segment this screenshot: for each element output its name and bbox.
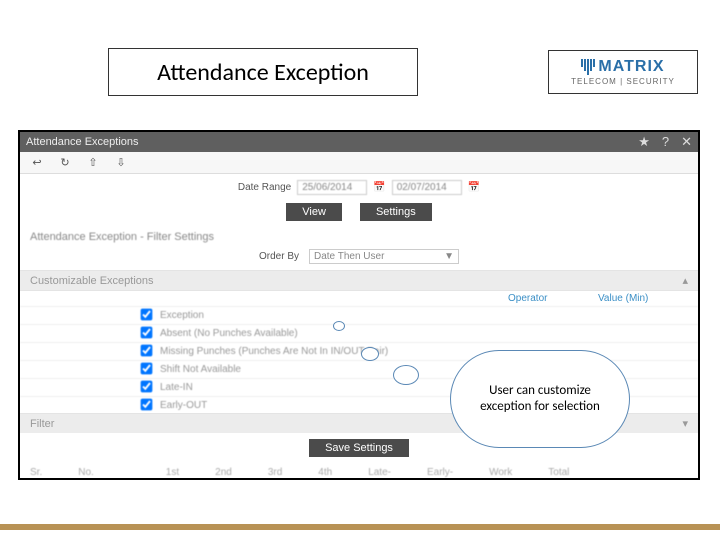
chevron-up-icon: ▴: [682, 274, 688, 287]
order-by-label: Order By: [259, 251, 299, 262]
exception-checkbox[interactable]: [141, 326, 153, 338]
decorative-stripe: [0, 524, 720, 530]
logo-bars-icon: [581, 59, 595, 75]
result-col: 4th: [318, 467, 332, 478]
calendar-icon[interactable]: 📅: [373, 182, 385, 193]
exception-row: Absent (No Punches Available): [20, 324, 698, 342]
result-col: 3rd: [268, 467, 282, 478]
date-to-input[interactable]: 02/07/2014: [392, 180, 462, 195]
view-button[interactable]: View: [286, 203, 342, 221]
back-icon[interactable]: ↩: [30, 156, 44, 170]
result-col: No.: [78, 467, 94, 478]
calendar-icon[interactable]: 📅: [468, 182, 480, 193]
col-value: Value (Min): [598, 293, 688, 304]
window-titlebar: Attendance Exceptions ★ ? ✕: [20, 132, 698, 152]
callout-annotation: User can customize exception for selecti…: [450, 350, 630, 448]
exception-checkbox[interactable]: [141, 362, 153, 374]
result-column-headers: Sr. No. 1st 2nd 3rd 4th Late- Early- Work Total: [20, 463, 698, 478]
callout-text: User can customize exception for selecti…: [465, 383, 615, 414]
star-icon[interactable]: ★: [638, 134, 650, 150]
upload-icon[interactable]: ⇧: [86, 156, 100, 170]
result-col: Work: [489, 467, 512, 478]
exceptions-header: Operator Value (Min): [20, 291, 698, 306]
result-col: Total: [548, 467, 569, 478]
order-by-select[interactable]: Date Then User ▼: [309, 249, 459, 264]
settings-button[interactable]: Settings: [360, 203, 432, 221]
order-by-row: Order By Date Then User ▼: [20, 249, 698, 264]
window-title: Attendance Exceptions: [26, 136, 139, 148]
customizable-exceptions-bar[interactable]: Customizable Exceptions ▴: [20, 270, 698, 291]
result-col: Early-: [427, 467, 453, 478]
result-col: Late-: [368, 467, 391, 478]
exception-row: Exception: [20, 306, 698, 324]
result-col: 1st: [166, 467, 179, 478]
date-from-input[interactable]: 25/06/2014: [297, 180, 367, 195]
download-icon[interactable]: ⇩: [114, 156, 128, 170]
refresh-icon[interactable]: ↻: [58, 156, 72, 170]
close-icon[interactable]: ✕: [681, 134, 692, 150]
slide-title: Attendance Exception: [108, 48, 418, 96]
exception-checkbox[interactable]: [141, 344, 153, 356]
help-icon[interactable]: ?: [662, 134, 669, 150]
cloud-bubble-icon: [361, 347, 379, 361]
order-by-value: Date Then User: [314, 251, 384, 262]
chevron-down-icon: ▾: [682, 417, 688, 430]
date-range-row: Date Range 25/06/2014 📅 02/07/2014 📅: [20, 174, 698, 201]
toolbar: ↩ ↻ ⇧ ⇩: [20, 152, 698, 174]
cloud-bubble-icon: [393, 365, 419, 385]
exception-checkbox[interactable]: [141, 398, 153, 410]
col-operator: Operator: [508, 293, 598, 304]
date-range-label: Date Range: [238, 182, 291, 193]
save-settings-button[interactable]: Save Settings: [309, 439, 409, 457]
logo-subtitle: TELECOM | SECURITY: [571, 77, 675, 86]
exception-label: Exception: [160, 310, 688, 321]
cloud-bubble-icon: [333, 321, 345, 331]
result-col: Sr.: [30, 467, 42, 478]
logo-name: MATRIX: [598, 58, 664, 76]
brand-logo: MATRIX TELECOM | SECURITY: [548, 50, 698, 94]
exception-label: Absent (No Punches Available): [160, 328, 688, 339]
chevron-down-icon: ▼: [444, 251, 454, 262]
filter-settings-label: Attendance Exception - Filter Settings: [20, 227, 698, 249]
exception-checkbox[interactable]: [141, 380, 153, 392]
result-col: 2nd: [215, 467, 232, 478]
exception-checkbox[interactable]: [141, 308, 153, 320]
